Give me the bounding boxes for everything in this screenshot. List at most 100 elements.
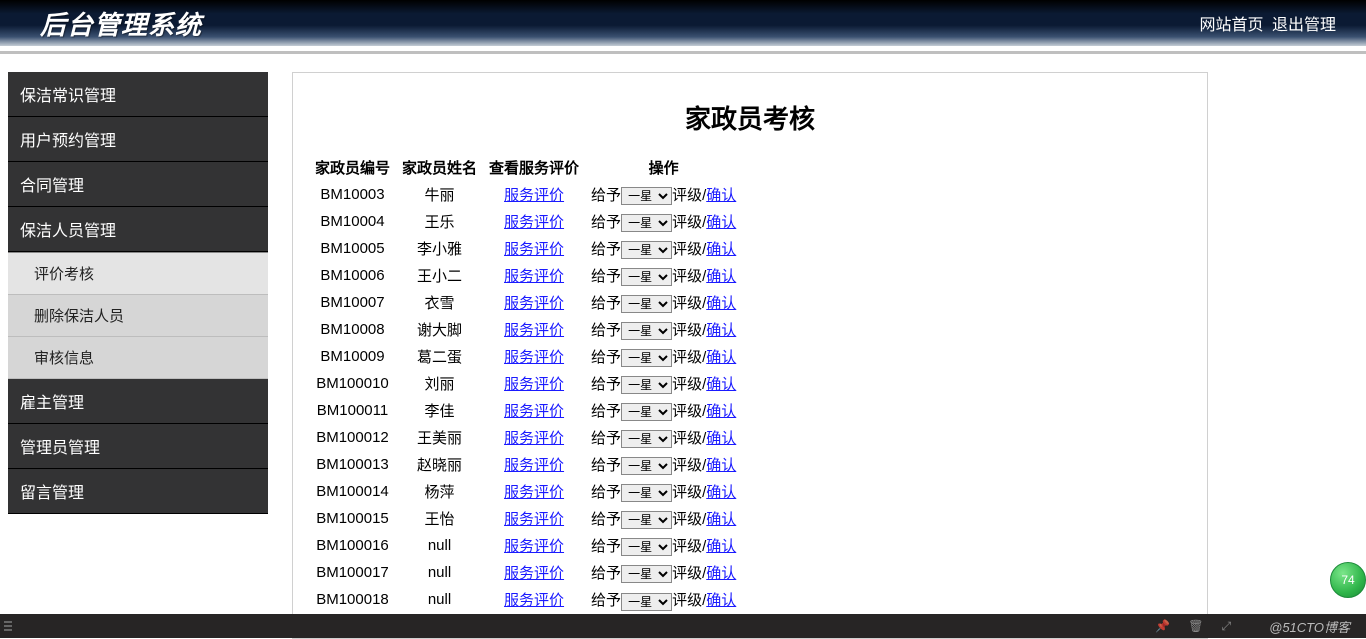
sidebar-item-employer[interactable]: 雇主管理: [8, 379, 268, 424]
table-row: BM100016null服务评价给予一星评级/确认: [309, 532, 742, 559]
confirm-link[interactable]: 确认: [706, 565, 736, 582]
sidebar-item-contract[interactable]: 合同管理: [8, 162, 268, 207]
review-link[interactable]: 服务评价: [504, 349, 564, 366]
rating-select[interactable]: 一星: [621, 322, 672, 340]
sidebar-item-user-booking[interactable]: 用户预约管理: [8, 117, 268, 162]
rating-select[interactable]: 一星: [621, 268, 672, 286]
cell-review: 服务评价: [483, 451, 585, 478]
review-link[interactable]: 服务评价: [504, 268, 564, 285]
float-badge[interactable]: 74: [1330, 562, 1366, 598]
table-row: BM10007衣雪服务评价给予一星评级/确认: [309, 289, 742, 316]
review-link[interactable]: 服务评价: [504, 214, 564, 231]
confirm-link[interactable]: 确认: [706, 322, 736, 339]
cell-review: 服务评价: [483, 235, 585, 262]
sidebar-item-cleaner-mgmt[interactable]: 保洁人员管理: [8, 207, 268, 252]
tool-pin-icon[interactable]: 📌: [1155, 619, 1170, 633]
rating-select[interactable]: 一星: [621, 593, 672, 611]
cell-name: 衣雪: [396, 289, 483, 316]
rating-select[interactable]: 一星: [621, 349, 672, 367]
confirm-link[interactable]: 确认: [706, 349, 736, 366]
rating-select[interactable]: 一星: [621, 457, 672, 475]
op-prefix: 给予: [591, 268, 621, 285]
sidebar-item-cleaning-knowledge[interactable]: 保洁常识管理: [8, 72, 268, 117]
confirm-link[interactable]: 确认: [706, 376, 736, 393]
bottom-bar: 📌 🗑 ⤢ @51CTO博客: [0, 614, 1366, 638]
cell-id: BM100017: [309, 559, 396, 586]
op-suffix: 评级/: [672, 484, 706, 501]
rating-select[interactable]: 一星: [621, 187, 672, 205]
review-link[interactable]: 服务评价: [504, 430, 564, 447]
rating-select[interactable]: 一星: [621, 484, 672, 502]
cell-op: 给予一星评级/确认: [585, 370, 742, 397]
rating-select[interactable]: 一星: [621, 241, 672, 259]
rating-select[interactable]: 一星: [621, 430, 672, 448]
review-link[interactable]: 服务评价: [504, 511, 564, 528]
review-link[interactable]: 服务评价: [504, 538, 564, 555]
rating-select[interactable]: 一星: [621, 295, 672, 313]
review-link[interactable]: 服务评价: [504, 187, 564, 204]
cell-review: 服务评价: [483, 505, 585, 532]
cell-op: 给予一星评级/确认: [585, 181, 742, 208]
op-suffix: 评级/: [672, 295, 706, 312]
op-prefix: 给予: [591, 484, 621, 501]
confirm-link[interactable]: 确认: [706, 484, 736, 501]
confirm-link[interactable]: 确认: [706, 403, 736, 420]
col-id: 家政员编号: [309, 154, 396, 181]
rating-select[interactable]: 一星: [621, 376, 672, 394]
cell-name: 葛二蛋: [396, 343, 483, 370]
review-link[interactable]: 服务评价: [504, 295, 564, 312]
op-prefix: 给予: [591, 214, 621, 231]
confirm-link[interactable]: 确认: [706, 187, 736, 204]
op-prefix: 给予: [591, 376, 621, 393]
cell-name: 王怡: [396, 505, 483, 532]
cell-id: BM10003: [309, 181, 396, 208]
confirm-link[interactable]: 确认: [706, 241, 736, 258]
confirm-link[interactable]: 确认: [706, 457, 736, 474]
op-prefix: 给予: [591, 538, 621, 555]
tool-expand-icon[interactable]: ⤢: [1222, 619, 1232, 634]
confirm-link[interactable]: 确认: [706, 268, 736, 285]
rating-select[interactable]: 一星: [621, 214, 672, 232]
link-logout[interactable]: 退出管理: [1272, 17, 1336, 34]
confirm-link[interactable]: 确认: [706, 295, 736, 312]
rating-select[interactable]: 一星: [621, 511, 672, 529]
op-suffix: 评级/: [672, 241, 706, 258]
review-link[interactable]: 服务评价: [504, 484, 564, 501]
confirm-link[interactable]: 确认: [706, 538, 736, 555]
cell-name: 李小雅: [396, 235, 483, 262]
table-row: BM10006王小二服务评价给予一星评级/确认: [309, 262, 742, 289]
op-suffix: 评级/: [672, 511, 706, 528]
sidebar-sub-audit-info[interactable]: 审核信息: [8, 337, 268, 379]
table-row: BM10004王乐服务评价给予一星评级/确认: [309, 208, 742, 235]
confirm-link[interactable]: 确认: [706, 430, 736, 447]
link-home[interactable]: 网站首页: [1200, 17, 1264, 34]
op-suffix: 评级/: [672, 268, 706, 285]
sidebar-item-message[interactable]: 留言管理: [8, 469, 268, 514]
review-link[interactable]: 服务评价: [504, 322, 564, 339]
review-link[interactable]: 服务评价: [504, 403, 564, 420]
review-link[interactable]: 服务评价: [504, 376, 564, 393]
tool-trash-icon[interactable]: 🗑: [1188, 619, 1203, 633]
sidebar-submenu-cleaner: 评价考核 删除保洁人员 审核信息: [8, 252, 268, 379]
cell-review: 服务评价: [483, 262, 585, 289]
confirm-link[interactable]: 确认: [706, 592, 736, 609]
sidebar: 保洁常识管理 用户预约管理 合同管理 保洁人员管理 评价考核 删除保洁人员 审核…: [8, 72, 268, 514]
confirm-link[interactable]: 确认: [706, 511, 736, 528]
review-link[interactable]: 服务评价: [504, 457, 564, 474]
rating-select[interactable]: 一星: [621, 565, 672, 583]
cell-review: 服务评价: [483, 370, 585, 397]
cell-review: 服务评价: [483, 532, 585, 559]
confirm-link[interactable]: 确认: [706, 214, 736, 231]
table-row: BM100018null服务评价给予一星评级/确认: [309, 586, 742, 613]
sidebar-item-admin[interactable]: 管理员管理: [8, 424, 268, 469]
sidebar-sub-evaluation[interactable]: 评价考核: [8, 253, 268, 295]
cell-op: 给予一星评级/确认: [585, 478, 742, 505]
sidebar-sub-delete-cleaner[interactable]: 删除保洁人员: [8, 295, 268, 337]
rating-select[interactable]: 一星: [621, 538, 672, 556]
review-link[interactable]: 服务评价: [504, 241, 564, 258]
footer-brand: @51CTO博客: [1269, 617, 1350, 636]
op-prefix: 给予: [591, 349, 621, 366]
review-link[interactable]: 服务评价: [504, 565, 564, 582]
review-link[interactable]: 服务评价: [504, 592, 564, 609]
rating-select[interactable]: 一星: [621, 403, 672, 421]
